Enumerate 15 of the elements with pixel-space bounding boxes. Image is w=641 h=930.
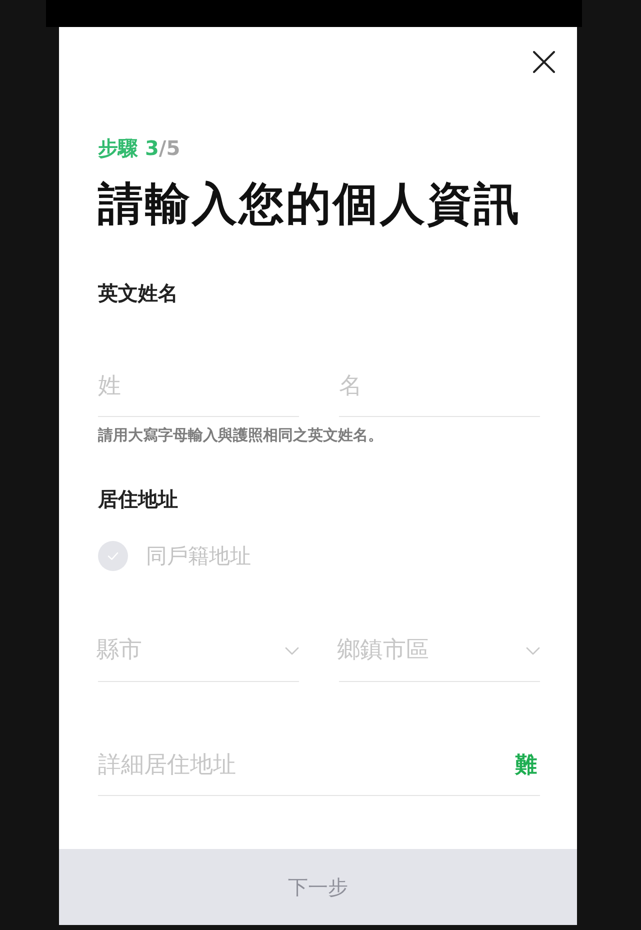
page-title: 請輸入您的個人資訊 (98, 176, 522, 232)
suffix-character: 難 (515, 752, 537, 780)
dropdown-field[interactable]: 縣市 (98, 634, 299, 682)
step-indicator: 步驟 3/5 (98, 135, 182, 162)
input-field[interactable]: 姓 (98, 369, 299, 417)
dropdown-field[interactable]: 鄉鎮市區 (339, 634, 540, 682)
checkbox[interactable] (98, 541, 128, 571)
chevron-down-icon (526, 646, 540, 654)
section-heading: 英文姓名 (98, 280, 179, 307)
section-heading: 居住地址 (98, 486, 179, 513)
hint-text: 請用大寫字母輸入與護照相同之英文姓名。 (98, 425, 384, 446)
checkbox-label[interactable]: 同戶籍地址 (146, 541, 251, 571)
chevron-down-icon (285, 646, 299, 654)
input-field[interactable]: 名 (339, 369, 540, 417)
close-icon[interactable] (533, 51, 555, 73)
